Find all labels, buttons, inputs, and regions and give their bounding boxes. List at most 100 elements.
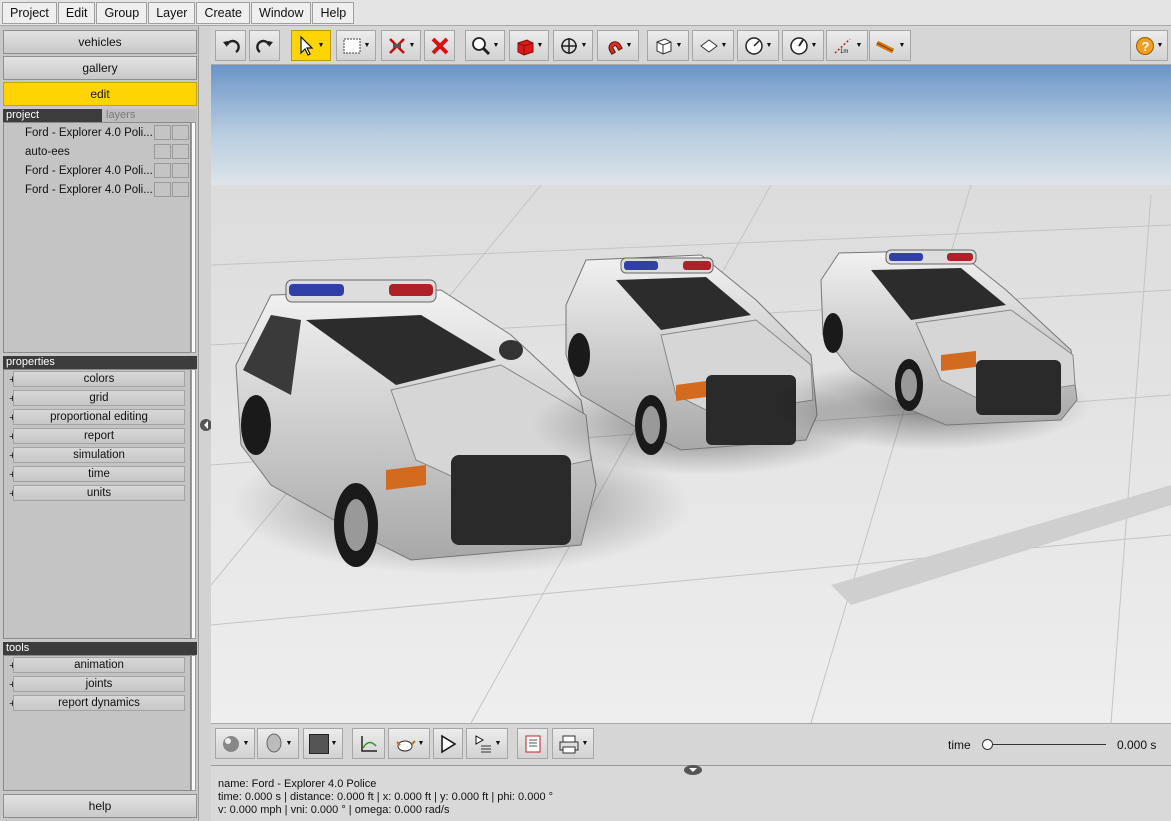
property-units[interactable]: +units <box>4 484 190 503</box>
menu-create[interactable]: Create <box>196 1 251 24</box>
status-name: name: Ford - Explorer 4.0 Police <box>218 778 377 790</box>
printer-icon <box>559 735 579 753</box>
properties-header: properties <box>3 356 197 369</box>
list-item[interactable]: auto-ees <box>4 142 190 161</box>
dropdown-icon[interactable]: ▼ <box>318 42 325 49</box>
lock-toggle[interactable] <box>172 163 189 178</box>
lock-toggle[interactable] <box>172 125 189 140</box>
gallery-button[interactable]: gallery <box>3 56 197 80</box>
menu-help[interactable]: Help <box>312 1 355 24</box>
print-button[interactable]: ▼ <box>552 728 594 759</box>
menu-group[interactable]: Group <box>96 1 148 24</box>
play-options-button[interactable]: ▼ <box>466 728 508 759</box>
measure-button[interactable]: 1m ▼ <box>826 30 868 61</box>
visibility-toggle[interactable] <box>154 125 171 140</box>
expand-arrow-icon[interactable] <box>684 765 702 775</box>
dropdown-icon[interactable]: ▼ <box>899 42 906 49</box>
plane-view-button[interactable]: ▼ <box>692 30 734 61</box>
dropdown-icon[interactable]: ▼ <box>676 42 683 49</box>
project-scrollbar[interactable] <box>191 122 196 353</box>
visibility-toggle[interactable] <box>154 163 171 178</box>
dropdown-icon[interactable]: ▼ <box>626 42 633 49</box>
ruler-button[interactable]: ▼ <box>869 30 911 61</box>
time-slider-track[interactable] <box>988 744 1106 745</box>
magnet-button[interactable]: ▼ <box>597 30 639 61</box>
object-icon <box>517 38 534 56</box>
dropdown-icon[interactable]: ▼ <box>493 42 500 49</box>
lock-toggle[interactable] <box>172 182 189 197</box>
dropdown-icon[interactable]: ▼ <box>418 740 425 747</box>
dropdown-icon[interactable]: ▼ <box>286 740 293 747</box>
menu-edit[interactable]: Edit <box>57 1 96 24</box>
dropdown-icon[interactable]: ▼ <box>582 740 589 747</box>
edit-button[interactable]: edit <box>3 82 197 106</box>
dropdown-icon[interactable]: ▼ <box>1157 42 1164 49</box>
dropdown-icon[interactable]: ▼ <box>409 42 416 49</box>
dropdown-icon[interactable]: ▼ <box>243 740 250 747</box>
visibility-toggle[interactable] <box>154 182 171 197</box>
menu-layer[interactable]: Layer <box>148 1 196 24</box>
move-button[interactable]: ▼ <box>553 30 593 61</box>
list-item[interactable]: Ford - Explorer 4.0 Poli... <box>4 180 190 199</box>
dropdown-icon[interactable]: ▼ <box>581 42 588 49</box>
box-view-button[interactable]: ▼ <box>647 30 689 61</box>
property-proportional-editing[interactable]: +proportional editing <box>4 408 190 427</box>
undo-button[interactable] <box>215 30 246 61</box>
properties-list: +colors +grid +proportional editing +rep… <box>3 369 191 639</box>
list-item[interactable]: Ford - Explorer 4.0 Poli... <box>4 123 190 142</box>
dropdown-icon[interactable]: ▼ <box>495 740 502 747</box>
dropdown-icon[interactable]: ▼ <box>811 42 818 49</box>
menu-window[interactable]: Window <box>251 1 312 24</box>
undo-icon <box>222 39 240 53</box>
material-button[interactable]: ▼ <box>215 728 255 759</box>
tab-project[interactable]: project <box>6 109 39 121</box>
tool-animation[interactable]: +animation <box>4 656 190 675</box>
gauge-button[interactable]: ▼ <box>782 30 824 61</box>
report-button[interactable] <box>517 728 548 759</box>
dropdown-icon[interactable]: ▼ <box>364 42 371 49</box>
color-button[interactable]: ▼ <box>303 728 343 759</box>
zoom-icon <box>471 36 490 55</box>
tool-report-dynamics[interactable]: +report dynamics <box>4 694 190 713</box>
sketch-button[interactable]: ▼ <box>388 728 430 759</box>
property-time[interactable]: +time <box>4 465 190 484</box>
scene-render[interactable] <box>211 65 1171 723</box>
project-list: Ford - Explorer 4.0 Poli... auto-ees For… <box>3 122 191 353</box>
lock-toggle[interactable] <box>172 144 189 159</box>
properties-scrollbar[interactable] <box>191 369 196 639</box>
status-velocity: v: 0.000 mph | vni: 0.000 ° | omega: 0.0… <box>218 804 450 816</box>
driver-button[interactable]: ▼ <box>257 728 299 759</box>
time-slider-handle[interactable] <box>982 739 993 750</box>
property-colors[interactable]: +colors <box>4 370 190 389</box>
delete-button[interactable] <box>424 30 455 61</box>
dropdown-icon[interactable]: ▼ <box>766 42 773 49</box>
dropdown-icon[interactable]: ▼ <box>331 740 338 747</box>
dropdown-icon[interactable]: ▼ <box>721 42 728 49</box>
cut-button[interactable]: ▼ <box>381 30 421 61</box>
property-report[interactable]: +report <box>4 427 190 446</box>
time-value: 0.000 s <box>1117 738 1157 752</box>
tool-joints[interactable]: +joints <box>4 675 190 694</box>
menu-project[interactable]: Project <box>2 1 57 24</box>
dropdown-icon[interactable]: ▼ <box>537 42 544 49</box>
object-button[interactable]: ▼ <box>509 30 549 61</box>
zoom-button[interactable]: ▼ <box>465 30 505 61</box>
status-panel: name: Ford - Explorer 4.0 Police time: 0… <box>211 765 1171 821</box>
visibility-toggle[interactable] <box>154 144 171 159</box>
dropdown-icon[interactable]: ▼ <box>856 42 863 49</box>
tab-layers[interactable]: layers <box>102 109 197 122</box>
graph-button[interactable] <box>352 728 385 759</box>
help-button[interactable]: help <box>3 794 197 818</box>
property-grid[interactable]: +grid <box>4 389 190 408</box>
play-button[interactable] <box>433 728 463 759</box>
redo-button[interactable] <box>249 30 280 61</box>
property-simulation[interactable]: +simulation <box>4 446 190 465</box>
rectangle-select-button[interactable]: ▼ <box>336 30 376 61</box>
list-item[interactable]: Ford - Explorer 4.0 Poli... <box>4 161 190 180</box>
help-tool-button[interactable]: ? ▼ <box>1130 30 1168 61</box>
angle-button[interactable]: ▼ <box>737 30 779 61</box>
tools-scrollbar[interactable] <box>191 655 196 791</box>
select-tool-button[interactable]: ▼ <box>291 30 331 61</box>
3d-viewport[interactable] <box>211 65 1171 723</box>
vehicles-button[interactable]: vehicles <box>3 30 197 54</box>
